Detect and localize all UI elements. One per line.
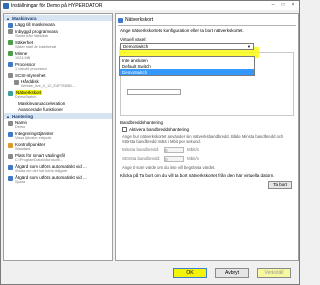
window-controls: – □ × — [269, 2, 297, 8]
max-bandwidth-label: Största bandbredd: — [122, 156, 161, 161]
virtual-switch-value: DemoSwitch — [123, 43, 149, 49]
collapse-arrow-icon: ▲ — [6, 113, 10, 119]
virtual-switch-dropdown: Inte ansluten Default Switch DemoSwitch — [119, 56, 255, 76]
section-header-hardware[interactable]: ▲ Maskinvara — [4, 15, 112, 21]
sidebar-item-checkpoints[interactable]: Kontrollpunkter Standard — [4, 142, 112, 152]
divider — [118, 25, 296, 26]
panel-header: Nätverkskort — [118, 16, 296, 24]
sidebar-item-advanced-features[interactable]: Avancerade funktioner — [4, 107, 112, 112]
virtual-switch-label: Virtuell växel: — [120, 36, 147, 42]
bandwidth-checkbox[interactable] — [122, 126, 127, 132]
scsi-icon — [8, 73, 13, 78]
item-sub: Standard — [15, 147, 31, 151]
remove-button[interactable]: Ta bort — [268, 180, 292, 189]
item-sub: Säker start är inaktiverat — [15, 44, 57, 49]
sidebar-item-add-hardware[interactable]: Lägg till maskinvara — [4, 22, 112, 28]
window-title: Inställningar för Demo på HYPERDATOR — [11, 2, 103, 9]
chevron-down-icon: ▼ — [247, 43, 251, 49]
bandwidth-checkbox-row[interactable]: Aktivera bandbreddshantering — [122, 126, 292, 132]
network-card-icon — [8, 90, 13, 96]
name-icon — [8, 120, 13, 126]
item-sub: 1 virtuell processor — [15, 66, 47, 71]
section-label: Hantering — [11, 113, 33, 119]
max-bandwidth-unit: Mbit/s — [187, 156, 200, 161]
autostart-icon — [8, 164, 13, 170]
memory-icon — [8, 51, 13, 56]
vlan-id-input[interactable] — [127, 88, 181, 95]
panel-title: Nätverkskort — [125, 17, 154, 23]
firmware-icon — [8, 29, 13, 34]
apply-button[interactable]: Verkställ — [257, 268, 291, 278]
maximize-button[interactable]: □ — [279, 2, 287, 8]
sidebar-item-smart-paging[interactable]: Plats för smart växlingsfil C:\ProgramDa… — [4, 153, 112, 163]
max-bandwidth-input[interactable]: 0 — [164, 155, 184, 162]
section-header-management[interactable]: ▲ Hantering — [4, 113, 112, 119]
sidebar-item-firmware[interactable]: Inbyggd programvara Starta från hårddisk — [4, 29, 112, 39]
dialog-footer: OK Avbryt Verkställ — [1, 263, 299, 284]
add-hardware-icon — [8, 22, 13, 28]
min-bandwidth-label: Minsta bandbredd: — [122, 147, 160, 152]
item-sub: Starta om det har körts tidigare — [15, 169, 68, 173]
ok-button[interactable]: OK — [173, 268, 207, 278]
item-sub: Demo — [15, 125, 26, 129]
min-bandwidth-unit: Mbit/s — [187, 147, 200, 152]
close-button[interactable]: × — [289, 2, 297, 8]
hyper-v-icon — [3, 2, 9, 9]
max-bandwidth-row: Största bandbredd: 0 Mbit/s — [122, 155, 292, 162]
bandwidth-checkbox-label: Aktivera bandbreddshantering — [129, 126, 190, 132]
item-label: SCSI-styrenhet — [15, 72, 46, 78]
item-sub: Spara — [15, 180, 26, 184]
sidebar-item-processor[interactable]: Processor 1 virtuell processor — [4, 62, 112, 72]
cancel-button[interactable]: Avbryt — [215, 268, 249, 278]
item-sub: 1024 MB — [15, 55, 31, 60]
network-card-icon — [118, 17, 123, 23]
item-sub: Webbe_live_0_12_E4F7E85B-... — [21, 84, 77, 88]
sidebar-item-hw-acceleration[interactable]: Maskinvaruacceleration — [4, 101, 112, 106]
autostop-icon — [8, 175, 13, 181]
security-icon — [8, 40, 13, 45]
bandwidth-description: Ange hur nätverkskortet använder sin nät… — [122, 133, 284, 144]
settings-window: Inställningar för Demo på HYPERDATOR – □… — [0, 0, 300, 285]
integration-icon — [8, 131, 13, 137]
item-sub: Vissa tjänster erbjuds — [15, 136, 52, 140]
item-label: Lägg till maskinvara — [15, 22, 55, 27]
min-bandwidth-input[interactable]: 0 — [164, 146, 184, 153]
paging-icon — [8, 153, 13, 159]
bandwidth-header: Bandbreddshantering — [120, 119, 164, 125]
virtual-switch-select[interactable]: DemoSwitch ▼ — [120, 42, 254, 50]
item-label: Maskinvaruacceleration — [18, 101, 66, 106]
sidebar-item-auto-stop[interactable]: Åtgärd som utförs automatiskt vid ... Sp… — [4, 175, 112, 185]
sidebar-item-security[interactable]: Säkerhet Säker start är inaktiverat — [4, 40, 112, 50]
bandwidth-note: Ange 0 som värde om du inte vill begräns… — [122, 164, 216, 170]
checkpoint-icon — [8, 142, 13, 148]
collapse-arrow-icon: ▲ — [6, 15, 10, 21]
sidebar-item-name[interactable]: Namn Demo — [4, 120, 112, 130]
min-bandwidth-row: Minsta bandbredd: 0 Mbit/s — [122, 146, 292, 153]
item-label: Avancerade funktioner — [18, 107, 63, 112]
section-label: Maskinvara — [11, 15, 37, 21]
sidebar-item-integration-services[interactable]: Integreringstjänster Vissa tjänster erbj… — [4, 131, 112, 141]
remove-description: Klicka på Ta bort om du vill ta bort nät… — [120, 172, 275, 178]
harddisk-icon — [14, 79, 19, 85]
processor-icon — [8, 62, 13, 67]
sidebar-item-auto-start[interactable]: Åtgärd som utförs automatiskt vid ... St… — [4, 164, 112, 174]
settings-tree: ▲ Maskinvara Lägg till maskinvara Inbygg… — [3, 13, 113, 261]
sidebar-item-memory[interactable]: Minne 1024 MB — [4, 51, 112, 61]
dropdown-option-selected[interactable]: DemoSwitch — [120, 69, 254, 75]
minimize-button[interactable]: – — [269, 2, 277, 8]
item-sub: C:\ProgramData\Microsoft\... — [15, 158, 64, 162]
sidebar-item-network-card[interactable]: Nätverkskort DemoSwitch — [4, 90, 112, 100]
panel-description: Ange nätverkskortets konfiguration eller… — [120, 28, 244, 33]
title-bar: Inställningar för Demo på HYPERDATOR – □… — [1, 1, 299, 10]
sidebar-item-scsi[interactable]: SCSI-styrenhet — [4, 72, 112, 78]
item-sub: DemoSwitch — [15, 95, 37, 99]
item-sub: Starta från hårddisk — [15, 33, 49, 38]
sidebar-item-harddisk[interactable]: Hårddisk Webbe_live_0_12_E4F7E85B-... — [4, 79, 112, 89]
remove-row: Klicka på Ta bort om du vill ta bort nät… — [120, 173, 294, 178]
